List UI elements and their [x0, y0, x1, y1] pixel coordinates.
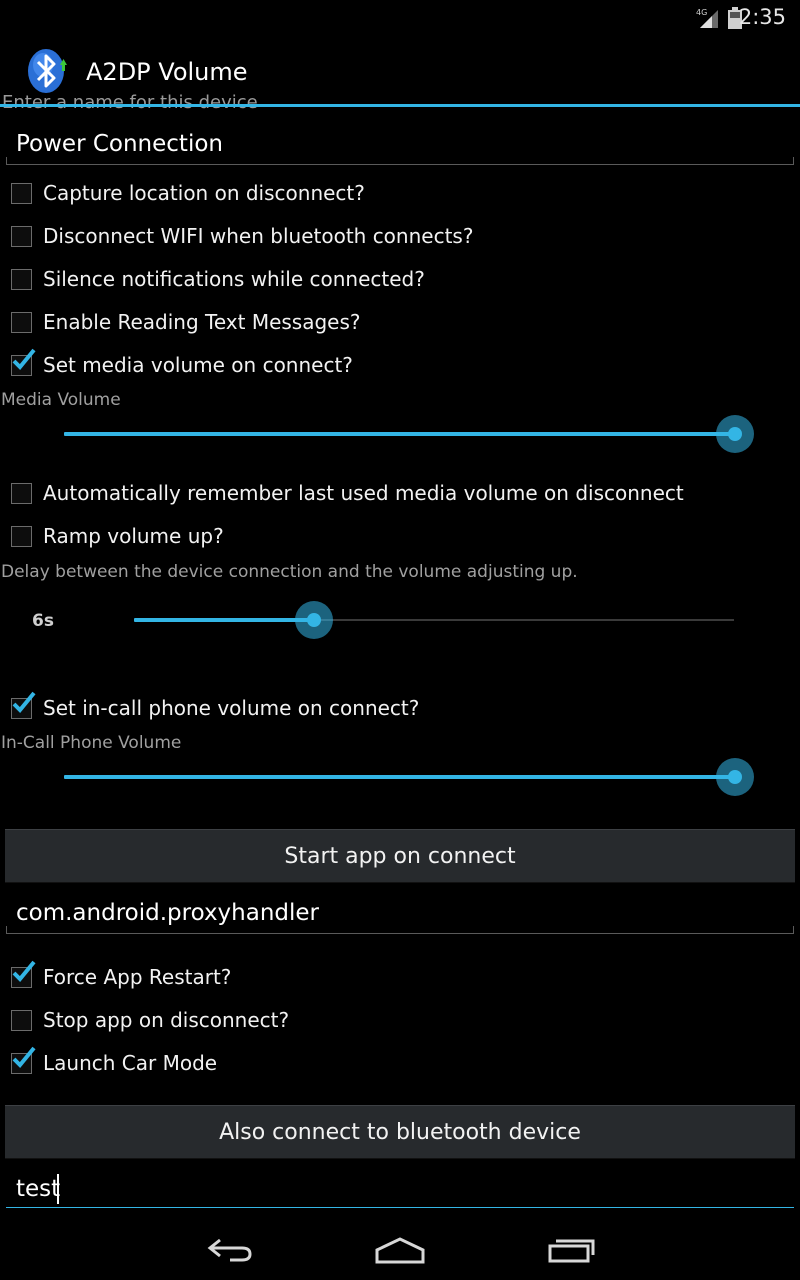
app-package-value: com.android.proxyhandler — [16, 900, 320, 926]
checkbox-row-media-volume[interactable]: Set media volume on connect? — [10, 348, 790, 382]
bt-device-underline — [6, 1207, 794, 1208]
checkbox-row-reading-text[interactable]: Enable Reading Text Messages? — [10, 309, 790, 339]
svg-text:4G: 4G — [696, 8, 707, 17]
stop-app-checkbox[interactable] — [11, 1010, 32, 1031]
disconnect-wifi-label: Disconnect WIFI when bluetooth connects? — [43, 224, 474, 248]
navigation-bar — [0, 1214, 800, 1280]
media-volume-thumb[interactable] — [716, 415, 754, 453]
incall-volume-label: In-Call Phone Volume — [1, 733, 182, 753]
recent-apps-icon[interactable] — [548, 1236, 596, 1264]
remember-volume-label: Automatically remember last used media v… — [43, 481, 684, 505]
silence-notifications-checkbox[interactable] — [11, 269, 32, 290]
car-mode-label: Launch Car Mode — [43, 1051, 218, 1075]
media-volume-label: Media Volume — [1, 390, 121, 410]
incall-volume-slider[interactable] — [64, 755, 754, 799]
checkbox-row-capture-location[interactable]: Capture location on disconnect? — [10, 180, 790, 210]
ramp-delay-value: 6s — [32, 611, 54, 631]
bluetooth-app-icon[interactable] — [26, 47, 70, 95]
remember-volume-checkbox[interactable] — [11, 483, 32, 504]
reading-text-label: Enable Reading Text Messages? — [43, 310, 361, 334]
ramp-delay-slider[interactable] — [134, 598, 744, 642]
disconnect-wifi-checkbox[interactable] — [11, 226, 32, 247]
signal-4g-icon: 4G — [696, 8, 718, 28]
settings-form[interactable]: Power Connection Capture location on dis… — [0, 107, 800, 1208]
silence-notifications-label: Silence notifications while connected? — [43, 267, 425, 291]
ramp-delay-label: Delay between the device connection and … — [1, 562, 578, 582]
app-package-underline — [6, 933, 794, 934]
checkbox-row-stop-app[interactable]: Stop app on disconnect? — [10, 1007, 790, 1037]
incall-volume-track — [64, 775, 734, 779]
media-volume-track — [64, 432, 734, 436]
checkbox-row-ramp-volume[interactable]: Ramp volume up? — [10, 523, 790, 553]
back-icon[interactable] — [206, 1236, 254, 1264]
ramp-delay-thumb[interactable] — [295, 601, 333, 639]
force-restart-label: Force App Restart? — [43, 965, 232, 989]
media-volume-checkbox-label: Set media volume on connect? — [43, 353, 353, 377]
media-volume-slider[interactable] — [64, 412, 754, 456]
home-icon[interactable] — [374, 1236, 426, 1264]
device-name-value: Power Connection — [16, 131, 223, 157]
also-connect-button[interactable]: Also connect to bluetooth device — [5, 1105, 795, 1159]
force-restart-checkbox[interactable] — [11, 960, 36, 988]
app-title: A2DP Volume — [86, 58, 248, 86]
ramp-volume-checkbox[interactable] — [11, 526, 32, 547]
start-app-button[interactable]: Start app on connect — [5, 829, 795, 883]
bt-device-value: test — [16, 1176, 61, 1202]
status-time: 2:35 — [738, 5, 786, 29]
check-mark-icon — [12, 1046, 36, 1068]
bt-device-field[interactable]: test — [6, 1171, 794, 1208]
checkbox-row-silence-notifications[interactable]: Silence notifications while connected? — [10, 266, 790, 296]
incall-volume-thumb[interactable] — [716, 758, 754, 796]
status-bar: 4G 2:35 — [0, 0, 800, 35]
incall-volume-checkbox-label: Set in-call phone volume on connect? — [43, 696, 420, 720]
check-mark-icon — [12, 960, 36, 982]
media-volume-checkbox[interactable] — [11, 348, 36, 376]
car-mode-checkbox[interactable] — [11, 1046, 36, 1074]
checkbox-row-incall-volume[interactable]: Set in-call phone volume on connect? — [10, 691, 790, 725]
ramp-delay-track — [134, 618, 314, 622]
checkbox-row-force-restart[interactable]: Force App Restart? — [10, 960, 790, 994]
device-name-field[interactable]: Power Connection — [6, 127, 794, 167]
check-mark-icon — [12, 691, 36, 713]
checkbox-row-disconnect-wifi[interactable]: Disconnect WIFI when bluetooth connects? — [10, 223, 790, 253]
text-cursor — [57, 1174, 59, 1204]
device-name-underline — [6, 164, 794, 165]
checkbox-row-car-mode[interactable]: Launch Car Mode — [10, 1046, 790, 1080]
incall-volume-checkbox[interactable] — [11, 691, 36, 719]
check-mark-icon — [12, 348, 36, 370]
checkbox-row-remember-volume[interactable]: Automatically remember last used media v… — [10, 480, 790, 510]
app-package-field[interactable]: com.android.proxyhandler — [6, 895, 794, 935]
stop-app-label: Stop app on disconnect? — [43, 1008, 290, 1032]
reading-text-checkbox[interactable] — [11, 312, 32, 333]
ramp-volume-label: Ramp volume up? — [43, 524, 224, 548]
capture-location-checkbox[interactable] — [11, 183, 32, 204]
capture-location-label: Capture location on disconnect? — [43, 181, 365, 205]
